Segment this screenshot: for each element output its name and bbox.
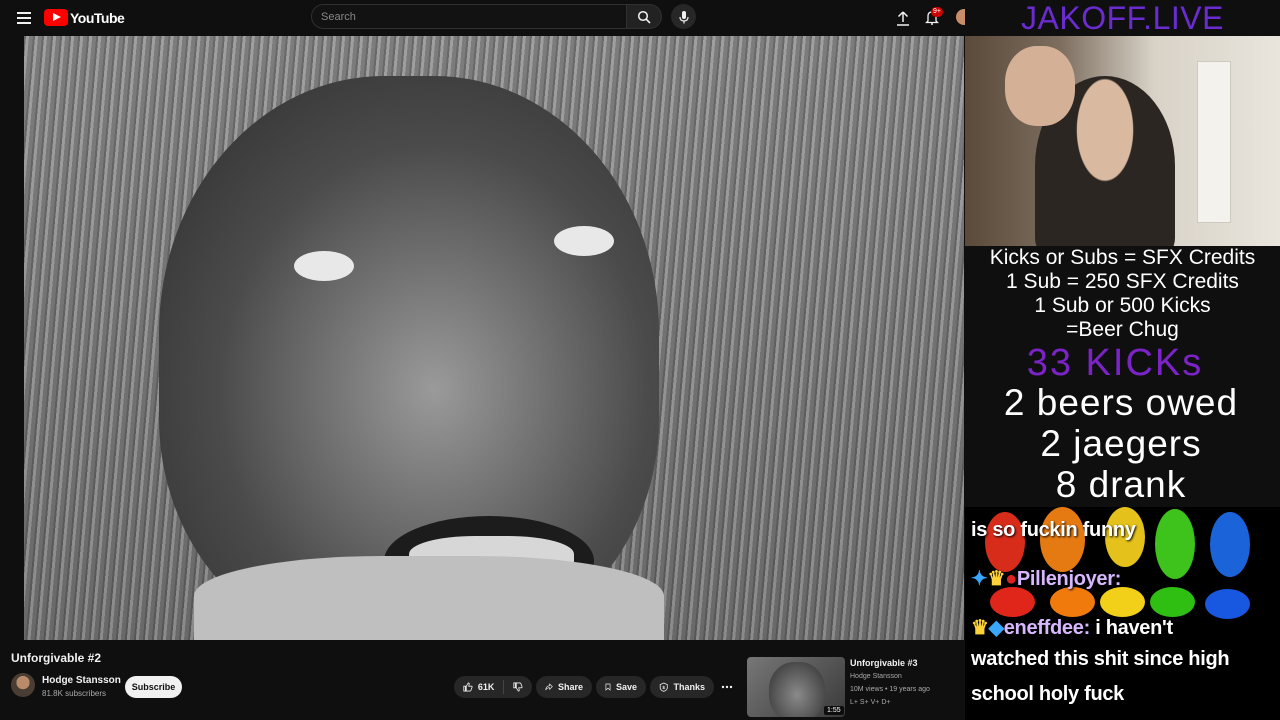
rose-badge-icon: ● (1005, 568, 1017, 590)
chat-decoration-red-lower (990, 587, 1035, 617)
thanks-icon: $ (659, 682, 668, 692)
chat-username[interactable]: Pillenjoyer: (1017, 568, 1122, 590)
chat-message: ♛◆eneffdee: i haven't (971, 615, 1173, 640)
notification-badge: 9+ (931, 7, 943, 17)
webcam-hand (1005, 46, 1075, 126)
overlay-site-title: JAKOFF.LIVE (1021, 0, 1224, 36)
share-icon (545, 683, 553, 691)
share-button[interactable]: Share (536, 676, 592, 698)
crown-badge-icon: ♛ (971, 617, 989, 639)
chat-decoration-green-lower (1150, 587, 1195, 617)
recommended-channel[interactable]: Hodge Stansson (850, 673, 902, 680)
mic-icon (678, 10, 689, 23)
like-divider (503, 680, 505, 694)
save-button[interactable]: Save (596, 676, 646, 698)
more-horizontal-icon (721, 685, 733, 689)
recommended-thumbnail-face (769, 662, 825, 717)
subscriber-count: 81.8K subscribers (42, 689, 107, 698)
webcam-feed (965, 36, 1280, 246)
overlay-info-line: Kicks or Subs = SFX Credits (989, 246, 1256, 269)
recommended-duration: 1:55 (824, 706, 844, 715)
upload-icon (897, 10, 909, 26)
kicks-counter: 33 KICKs (1026, 342, 1204, 384)
menu-icon[interactable] (14, 8, 34, 28)
video-shirt (194, 556, 664, 640)
recommended-tags: L+ S+ V+ D+ (850, 699, 891, 706)
youtube-play-icon (44, 9, 68, 26)
channel-avatar[interactable] (11, 673, 35, 697)
search-placeholder: Search (321, 10, 356, 23)
overlay-info-line: 1 Sub or 500 Kicks (1034, 294, 1211, 317)
chat-decoration-blue (1210, 512, 1250, 577)
more-actions-button[interactable] (716, 676, 738, 698)
like-count[interactable]: 61K (478, 682, 495, 692)
thumbs-down-icon[interactable] (513, 681, 523, 693)
drank-counter: 8 drank (1055, 464, 1187, 505)
svg-text:$: $ (662, 685, 665, 691)
thanks-button[interactable]: $ Thanks (650, 676, 714, 698)
video-player[interactable] (24, 36, 964, 640)
chat-decoration-yellow-lower (1100, 587, 1145, 617)
video-eye-right (554, 226, 614, 256)
share-label: Share (557, 682, 583, 692)
chat-message-text: watched this shit since high (971, 648, 1230, 670)
chat-message-text: i haven't (1089, 617, 1173, 639)
overlay-info-line: 1 Sub = 250 SFX Credits (1006, 270, 1239, 293)
account-avatar[interactable] (956, 9, 965, 25)
youtube-logo-text: YouTube (70, 9, 125, 26)
save-label: Save (615, 682, 637, 692)
video-title: Unforgivable #2 (11, 651, 102, 665)
overlay-info-line: =Beer Chug (1066, 318, 1179, 341)
upload-button[interactable] (893, 8, 913, 28)
chat-message-text: is so fuckin funny (971, 519, 1136, 541)
thanks-label: Thanks (673, 682, 705, 692)
chat-username[interactable]: eneffdee: (1004, 617, 1091, 639)
beers-owed-counter: 2 beers owed (1003, 382, 1239, 423)
jaegers-counter: 2 jaegers (1040, 423, 1202, 464)
search-icon (637, 10, 651, 24)
chat-decoration-orange-lower (1050, 587, 1095, 617)
recommended-title[interactable]: Unforgivable #3 (850, 658, 918, 668)
search-button[interactable] (626, 4, 662, 29)
thumbs-up-icon[interactable] (463, 681, 473, 693)
chat-decoration-blue-lower (1205, 589, 1250, 619)
chat-decoration-green (1155, 509, 1195, 579)
channel-name[interactable]: Hodge Stansson (42, 675, 121, 686)
chat-message-text: school holy fuck (971, 683, 1125, 705)
recommended-meta: 10M views • 19 years ago (850, 686, 930, 693)
subscribe-button[interactable]: Subscribe (125, 676, 182, 698)
webcam-door (1197, 61, 1231, 223)
like-dislike-group: 61K (454, 676, 532, 698)
search-input[interactable]: Search (311, 4, 627, 29)
bookmark-icon (605, 683, 611, 691)
chat-badges-icon: ✦ (971, 568, 988, 590)
chat-overlay: is so fuckin funny ✦♛●Pillenjoyer: ♛◆ene… (965, 507, 1280, 720)
gem-badge-icon: ◆ (988, 617, 1004, 639)
crown-badge-icon: ♛ (987, 568, 1006, 590)
chat-message: ✦♛●Pillenjoyer: (971, 566, 1121, 591)
voice-search-button[interactable] (671, 4, 696, 29)
video-eye-left (294, 251, 354, 281)
youtube-logo[interactable]: YouTube (44, 9, 125, 26)
